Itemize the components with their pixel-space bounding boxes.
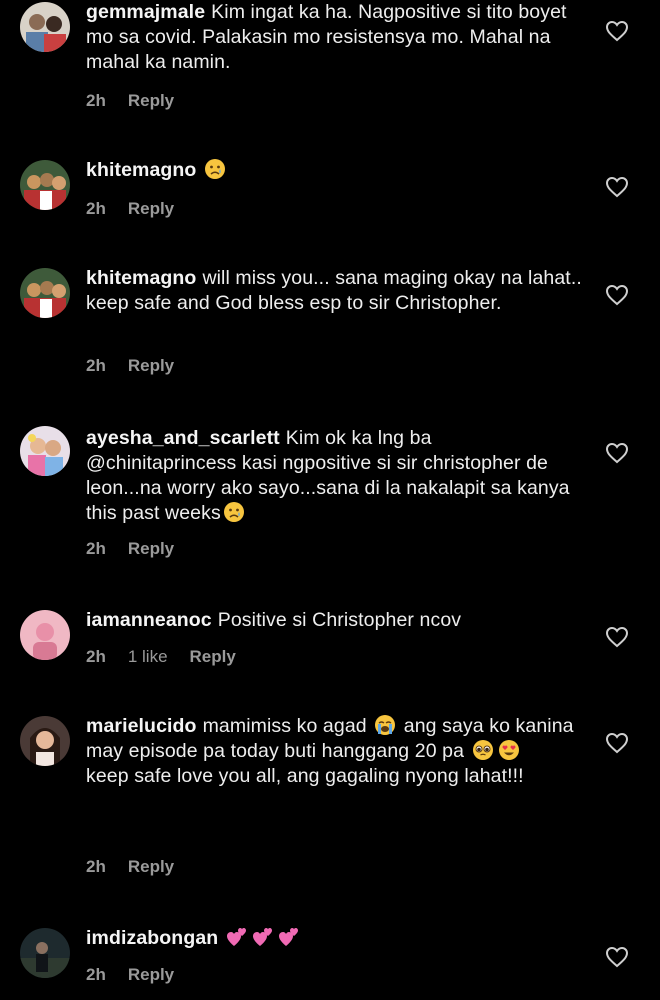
comment-time: 2h: [86, 539, 106, 558]
reply-button[interactable]: Reply: [128, 91, 174, 110]
couple-photo-avatar-icon: [20, 2, 70, 52]
comment-username[interactable]: marielucido: [86, 715, 197, 737]
avatar[interactable]: [20, 268, 70, 318]
comment-time: 2h: [86, 857, 106, 876]
reply-button[interactable]: Reply: [128, 965, 174, 984]
comment-text: mamimiss ko agad: [202, 715, 367, 737]
comment-time: 2h: [86, 647, 106, 666]
sad-tear-emoji-icon: [223, 502, 244, 522]
heart-icon[interactable]: [605, 442, 629, 464]
loudly-crying-emoji-icon: [375, 715, 396, 735]
avatar[interactable]: [20, 610, 70, 660]
comment-time: 2h: [86, 965, 106, 984]
heart-icon[interactable]: [605, 946, 629, 968]
group-photo-avatar-icon: [20, 160, 70, 210]
heart-icon[interactable]: [605, 284, 629, 306]
sad-tear-emoji-icon: [205, 159, 226, 179]
comment-username[interactable]: gemmajmale: [86, 1, 205, 23]
comment-text: Positive si Christopher ncov: [217, 609, 462, 631]
comment-username[interactable]: ayesha_and_scarlett: [86, 427, 280, 449]
comment-username[interactable]: imdizabongan: [86, 927, 218, 949]
reply-button[interactable]: Reply: [128, 857, 174, 876]
comment-username[interactable]: iamanneanoc: [86, 609, 212, 631]
avatar[interactable]: [20, 160, 70, 210]
two-hearts-emoji-icon: [227, 928, 247, 946]
reply-button[interactable]: Reply: [190, 647, 236, 666]
dark-photo-avatar-icon: [20, 928, 70, 978]
comment-time: 2h: [86, 91, 106, 110]
heart-icon[interactable]: [605, 176, 629, 198]
reply-button[interactable]: Reply: [128, 539, 174, 558]
woman-photo-avatar-icon: [20, 716, 70, 766]
pleading-face-emoji-icon: [472, 740, 493, 760]
heart-icon[interactable]: [605, 20, 629, 42]
avatar[interactable]: [20, 928, 70, 978]
reply-button[interactable]: Reply: [128, 356, 174, 375]
comment-username[interactable]: khitemagno: [86, 267, 196, 289]
reply-button[interactable]: Reply: [128, 199, 174, 218]
avatar[interactable]: [20, 426, 70, 476]
kids-photo-avatar-icon: [20, 426, 70, 476]
group-photo-avatar-icon: [20, 268, 70, 318]
heart-eyes-emoji-icon: [498, 740, 519, 760]
comment-time: 2h: [86, 199, 106, 218]
pink-photo-avatar-icon: [20, 610, 70, 660]
heart-icon[interactable]: [605, 732, 629, 754]
two-hearts-emoji-icon: [253, 928, 273, 946]
avatar[interactable]: [20, 716, 70, 766]
like-count[interactable]: 1 like: [128, 647, 168, 666]
heart-icon[interactable]: [605, 626, 629, 648]
comment-username[interactable]: khitemagno: [86, 159, 196, 181]
comment-time: 2h: [86, 356, 106, 375]
comment-text: keep safe love you all, ang gagaling nyo…: [86, 765, 524, 787]
avatar[interactable]: [20, 2, 70, 52]
two-hearts-emoji-icon: [279, 928, 299, 946]
